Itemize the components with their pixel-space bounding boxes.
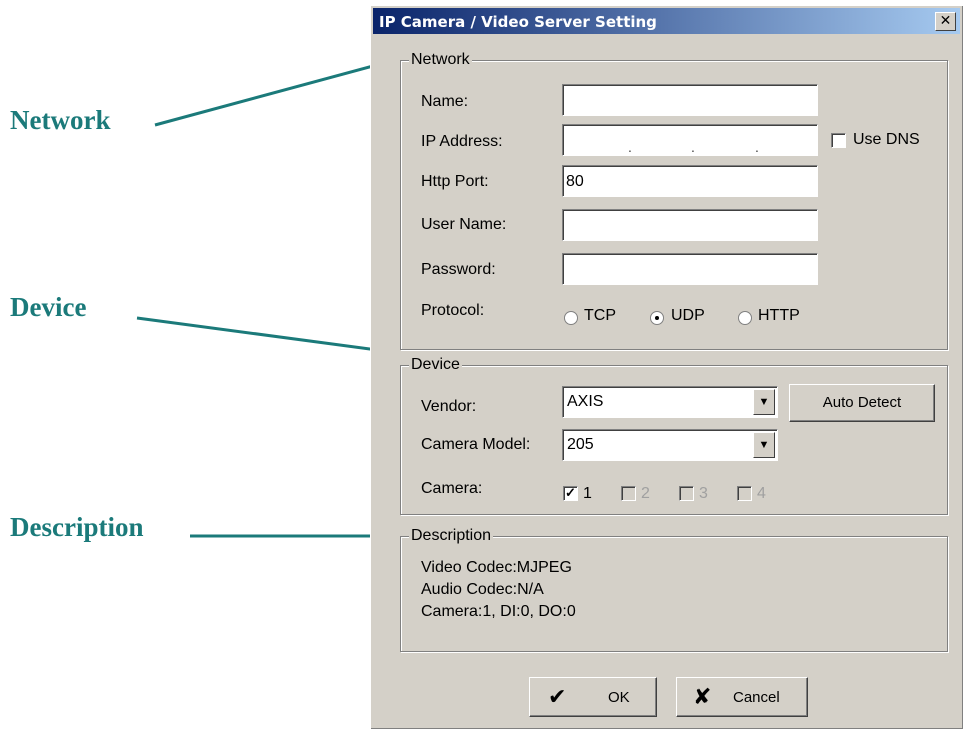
protocol-http-label: HTTP bbox=[758, 307, 800, 324]
ip-octet-separator: . bbox=[628, 139, 632, 155]
device-callout-line bbox=[136, 316, 401, 355]
use-dns-label: Use DNS bbox=[853, 131, 920, 148]
close-button[interactable]: ✕ bbox=[935, 12, 956, 31]
protocol-udp-label: UDP bbox=[671, 307, 705, 324]
camera-model-label: Camera Model: bbox=[421, 436, 531, 453]
camera-4-label: 4 bbox=[757, 485, 766, 502]
use-dns-checkbox[interactable] bbox=[831, 133, 846, 148]
camera-model-value: 205 bbox=[567, 436, 594, 453]
protocol-http-radio[interactable] bbox=[738, 311, 752, 325]
ip-address-field[interactable]: . . . bbox=[562, 124, 818, 156]
device-legend: Device bbox=[409, 356, 462, 374]
camera-3-label: 3 bbox=[699, 485, 708, 502]
protocol-udp-radio[interactable] bbox=[650, 311, 664, 325]
description-callout: Description bbox=[10, 512, 144, 542]
name-label: Name: bbox=[421, 93, 469, 110]
cancel-button[interactable]: ✘ Cancel bbox=[676, 677, 808, 717]
camera-2-label: 2 bbox=[641, 485, 650, 502]
camera-label: Camera: bbox=[421, 480, 483, 497]
description-legend: Description bbox=[409, 527, 494, 545]
vendor-select[interactable]: AXIS ▼ bbox=[562, 386, 778, 418]
audio-codec-text: Audio Codec:N/A bbox=[421, 581, 544, 598]
camera-1-label: 1 bbox=[583, 485, 592, 502]
http-port-label: Http Port: bbox=[421, 173, 489, 190]
chevron-down-icon[interactable]: ▼ bbox=[753, 389, 775, 415]
vendor-value: AXIS bbox=[567, 393, 604, 410]
ip-address-label: IP Address: bbox=[421, 133, 503, 150]
description-group: Description Video Codec:MJPEG Audio Code… bbox=[400, 527, 948, 652]
device-group: Device Vendor: AXIS ▼ Auto Detect Camera… bbox=[400, 356, 948, 515]
video-codec-text: Video Codec:MJPEG bbox=[421, 559, 572, 576]
close-icon: ✕ bbox=[939, 13, 952, 29]
network-group: Network Name: IP Address: . . . Use DNS … bbox=[400, 51, 948, 350]
network-callout: Network bbox=[10, 105, 111, 135]
chevron-down-icon[interactable]: ▼ bbox=[753, 432, 775, 458]
camera-1-checkbox[interactable]: ✓ bbox=[563, 486, 578, 501]
user-name-field[interactable] bbox=[562, 209, 818, 241]
ip-octet-separator: . bbox=[755, 139, 759, 155]
x-icon: ✘ bbox=[693, 684, 712, 709]
http-port-field[interactable]: 80 bbox=[562, 165, 818, 197]
vendor-label: Vendor: bbox=[421, 398, 477, 415]
user-name-label: User Name: bbox=[421, 216, 507, 233]
password-field[interactable] bbox=[562, 253, 818, 285]
dialog-title: IP Camera / Video Server Setting bbox=[379, 13, 657, 31]
checkmark-icon: ✔ bbox=[548, 684, 567, 709]
ok-label: OK bbox=[608, 689, 630, 706]
name-field[interactable] bbox=[562, 84, 818, 116]
ok-button[interactable]: ✔ OK bbox=[529, 677, 657, 717]
camera-model-select[interactable]: 205 ▼ bbox=[562, 429, 778, 461]
cancel-label: Cancel bbox=[733, 689, 780, 706]
ip-octet-separator: . bbox=[691, 139, 695, 155]
camera-io-text: Camera:1, DI:0, DO:0 bbox=[421, 603, 576, 620]
protocol-tcp-radio[interactable] bbox=[564, 311, 578, 325]
camera-4-checkbox[interactable] bbox=[737, 486, 752, 501]
protocol-label: Protocol: bbox=[421, 302, 485, 319]
network-legend: Network bbox=[409, 51, 472, 69]
auto-detect-button[interactable]: Auto Detect bbox=[789, 384, 935, 422]
title-bar: IP Camera / Video Server Setting ✕ bbox=[373, 8, 960, 34]
camera-2-checkbox[interactable] bbox=[621, 486, 636, 501]
protocol-tcp-label: TCP bbox=[584, 307, 616, 324]
device-callout: Device bbox=[10, 292, 87, 322]
password-label: Password: bbox=[421, 261, 496, 278]
ip-camera-dialog: IP Camera / Video Server Setting ✕ Netwo… bbox=[370, 5, 963, 729]
camera-3-checkbox[interactable] bbox=[679, 486, 694, 501]
